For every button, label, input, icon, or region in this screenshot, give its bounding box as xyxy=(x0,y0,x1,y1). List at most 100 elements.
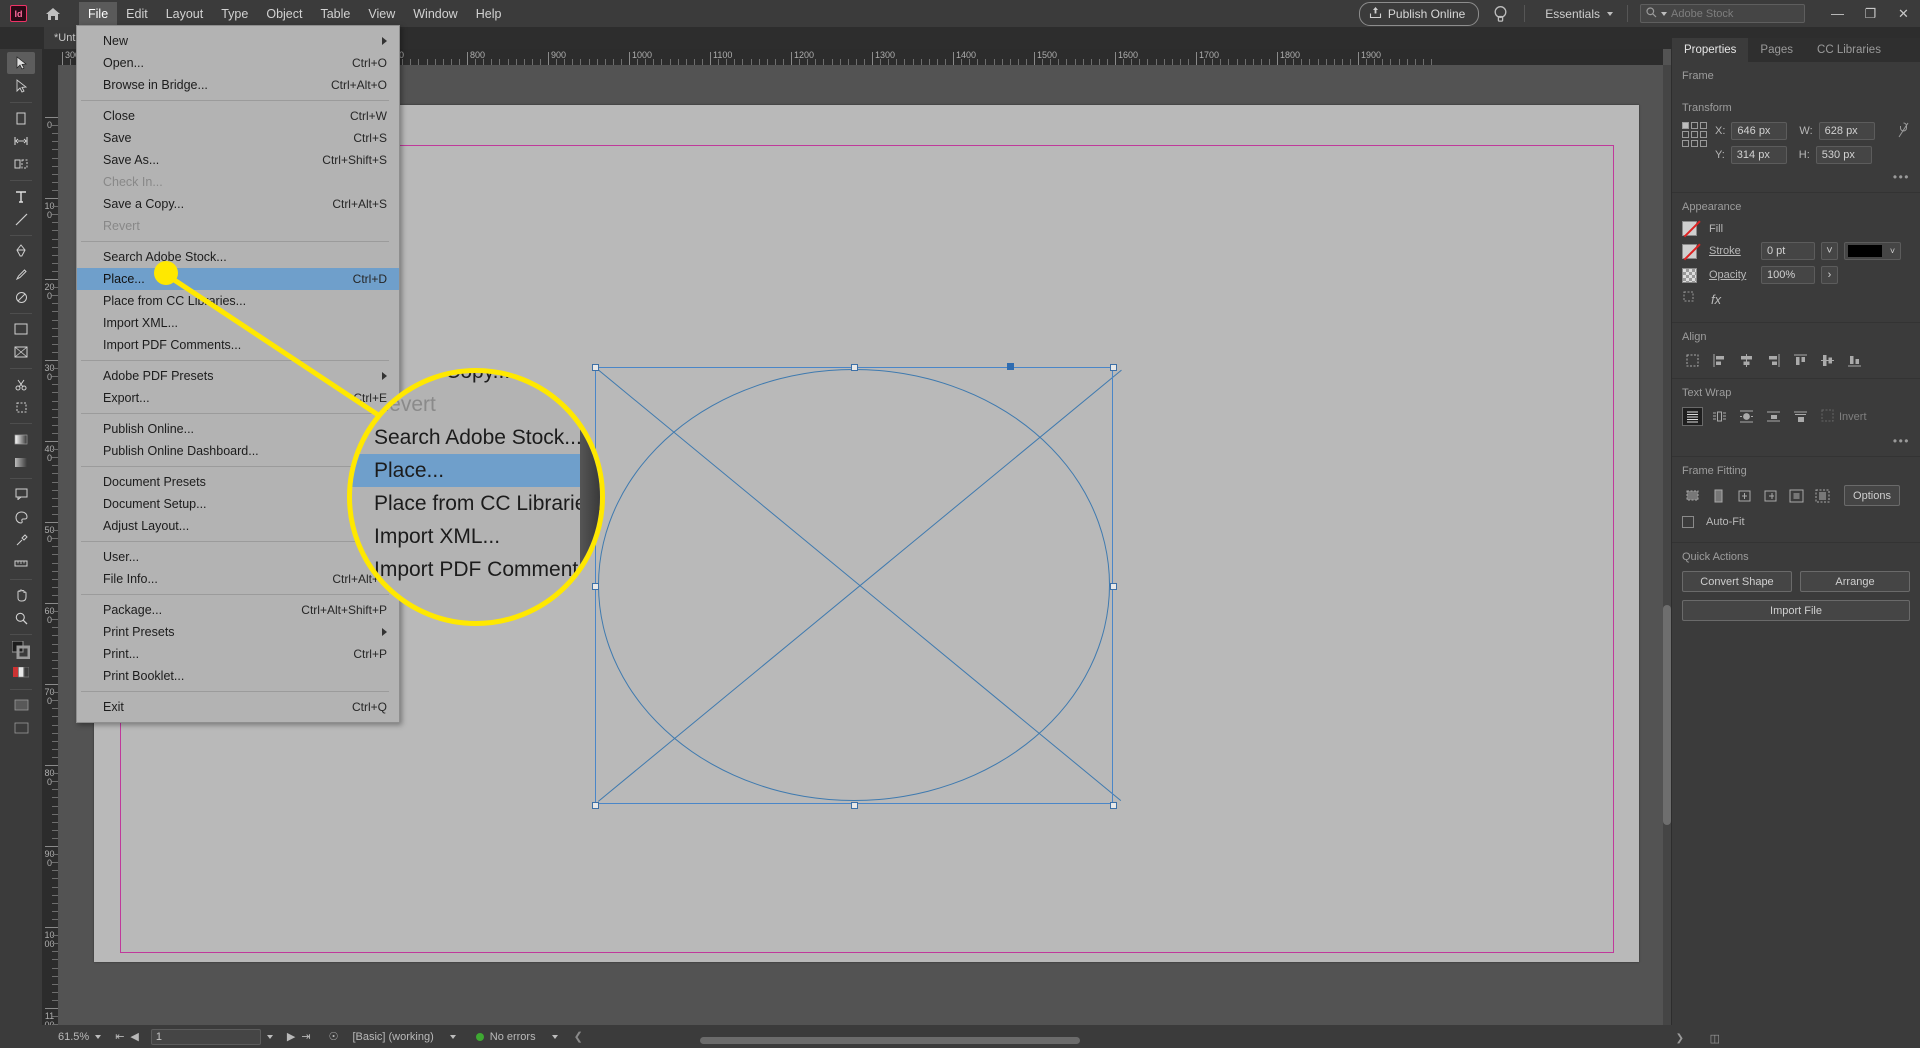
master-chevron-down-icon[interactable] xyxy=(449,1034,456,1039)
menu-window[interactable]: Window xyxy=(404,2,466,26)
gradient-swatch-tool[interactable] xyxy=(7,428,35,450)
menu-edit[interactable]: Edit xyxy=(117,2,157,26)
horizontal-scrollbar[interactable] xyxy=(700,1037,1080,1044)
free-transform-tool[interactable] xyxy=(7,396,35,418)
master-page-icon[interactable]: ☉ xyxy=(329,1030,339,1043)
pencil-tool[interactable] xyxy=(7,263,35,285)
publish-online-button[interactable]: Publish Online xyxy=(1358,1,1480,26)
file-menu-item-adobe-pdf-presets[interactable]: Adobe PDF Presets xyxy=(77,365,399,387)
line-tool[interactable] xyxy=(7,208,35,230)
master-page-label[interactable]: [Basic] (working) xyxy=(352,1031,433,1043)
fill-frame-proportionally-icon[interactable] xyxy=(1708,486,1729,505)
stroke-weight-dropdown[interactable]: ˅ xyxy=(1821,242,1838,260)
file-menu-item-print-booklet[interactable]: Print Booklet... xyxy=(77,665,399,687)
reference-point-selector[interactable] xyxy=(1682,122,1707,147)
no-color-stroke-icon[interactable] xyxy=(1682,243,1697,259)
error-chevron-down-icon[interactable] xyxy=(551,1034,558,1039)
align-horizontal-center-icon[interactable] xyxy=(1736,351,1757,370)
vertical-ruler[interactable]: 0 100 200 300 400 500 600 700 800 900 1000 1100 xyxy=(42,65,58,1025)
handle-bottom-center[interactable] xyxy=(851,802,858,809)
h-field[interactable]: 530 px xyxy=(1815,146,1872,164)
zoom-chevron-down-icon[interactable] xyxy=(95,1034,102,1039)
next-page-icon[interactable]: ▶ xyxy=(287,1030,295,1043)
align-bottom-icon[interactable] xyxy=(1844,351,1865,370)
w-field[interactable]: 628 px xyxy=(1818,122,1875,140)
magnified-item-search-adobe-stock[interactable]: Search Adobe Stock... xyxy=(352,421,600,454)
y-field[interactable]: 314 px xyxy=(1730,146,1787,164)
rectangle-tool[interactable] xyxy=(7,341,35,363)
file-menu-item-place-from-cc-libraries[interactable]: Place from CC Libraries... xyxy=(77,290,399,312)
vertical-scrollbar[interactable] xyxy=(1663,65,1671,1025)
handle-top-right[interactable] xyxy=(1110,364,1117,371)
gradient-feather-tool[interactable] xyxy=(7,451,35,473)
pen-tool[interactable] xyxy=(7,240,35,262)
wrap-object-shape-icon[interactable] xyxy=(1736,407,1757,426)
file-menu-item-file-info[interactable]: File Info... Ctrl+Alt+S xyxy=(77,568,399,590)
selection-frame[interactable] xyxy=(592,363,1117,809)
stroke-label[interactable]: Stroke xyxy=(1709,245,1755,257)
scissors-tool[interactable] xyxy=(7,373,35,395)
no-color-swatch-icon[interactable] xyxy=(1682,221,1697,236)
direct-selection-tool[interactable] xyxy=(7,75,35,97)
opacity-field[interactable]: 100% xyxy=(1761,266,1815,284)
home-icon[interactable] xyxy=(41,7,65,21)
text-wrap-more-options-icon[interactable]: ••• xyxy=(1682,434,1910,448)
file-menu-item-user[interactable]: User... xyxy=(77,546,399,568)
fit-frame-to-content-icon[interactable] xyxy=(1760,486,1781,505)
measure-tool[interactable] xyxy=(7,552,35,574)
file-menu-item-save-as[interactable]: Save As... Ctrl+Shift+S xyxy=(77,149,399,171)
minimize-icon[interactable]: — xyxy=(1821,0,1854,27)
wrap-jump-object-icon[interactable] xyxy=(1763,407,1784,426)
tab-properties[interactable]: Properties xyxy=(1672,38,1749,62)
handle-top-center[interactable] xyxy=(851,364,858,371)
wrap-none-icon[interactable] xyxy=(1682,407,1703,426)
stroke-color-swatch[interactable] xyxy=(1848,245,1882,257)
menu-file[interactable]: File xyxy=(79,1,118,26)
align-left-icon[interactable] xyxy=(1709,351,1730,370)
file-menu-item-save-a-copy[interactable]: Save a Copy... Ctrl+Alt+S xyxy=(77,193,399,215)
file-menu-item-new[interactable]: New xyxy=(77,30,399,52)
file-menu-item-package[interactable]: Package... Ctrl+Alt+Shift+P xyxy=(77,599,399,621)
menu-object[interactable]: Object xyxy=(257,2,311,26)
selection-tool[interactable] xyxy=(7,52,35,74)
file-menu-item-print[interactable]: Print... Ctrl+P xyxy=(77,643,399,665)
content-collector-tool[interactable] xyxy=(7,153,35,175)
file-menu-item-place[interactable]: Place... Ctrl+D xyxy=(77,268,399,290)
menu-help[interactable]: Help xyxy=(467,2,511,26)
color-theme-tool[interactable] xyxy=(7,506,35,528)
handle-top-left[interactable] xyxy=(592,364,599,371)
file-menu-item-browse-in-bridge[interactable]: Browse in Bridge... Ctrl+Alt+O xyxy=(77,74,399,96)
opacity-flyout[interactable]: › xyxy=(1821,266,1838,284)
transform-more-options-icon[interactable]: ••• xyxy=(1682,170,1910,184)
stroke-weight-field[interactable]: 0 pt xyxy=(1761,242,1815,260)
convert-shape-button[interactable]: Convert Shape xyxy=(1682,571,1792,592)
scroll-right-arrow[interactable]: ❯ xyxy=(1676,1033,1684,1044)
previous-page-icon[interactable]: ◀ xyxy=(130,1030,138,1043)
magnified-item-place-from-cc-libraries[interactable]: Place from CC Libraries... xyxy=(352,487,600,520)
x-field[interactable]: 646 px xyxy=(1731,122,1788,140)
align-to-selection-icon[interactable] xyxy=(1682,351,1703,370)
page-number-field[interactable]: 1 xyxy=(150,1028,261,1045)
apply-color-icon[interactable] xyxy=(7,662,35,684)
last-page-icon[interactable]: ⇥ xyxy=(301,1030,310,1043)
handle-top-active[interactable] xyxy=(1007,363,1014,370)
normal-view-mode-icon[interactable] xyxy=(7,694,35,716)
gap-tool[interactable] xyxy=(7,130,35,152)
tab-pages[interactable]: Pages xyxy=(1748,38,1805,62)
page-tool[interactable] xyxy=(7,107,35,129)
menu-layout[interactable]: Layout xyxy=(157,2,213,26)
workspace-switcher[interactable]: Essentials xyxy=(1535,7,1623,21)
file-menu-item-publish-online-dashboard[interactable]: Publish Online Dashboard... xyxy=(77,440,399,462)
opacity-label[interactable]: Opacity xyxy=(1709,269,1755,281)
lightbulb-icon[interactable] xyxy=(1493,5,1508,23)
hand-tool[interactable] xyxy=(7,584,35,606)
file-menu-item-exit[interactable]: Exit Ctrl+Q xyxy=(77,696,399,718)
page-view-mode-icon[interactable]: ◫ xyxy=(1710,1032,1720,1045)
file-menu-item-close[interactable]: Close Ctrl+W xyxy=(77,105,399,127)
restore-icon[interactable]: ❐ xyxy=(1854,0,1887,27)
file-menu-item-open[interactable]: Open... Ctrl+O xyxy=(77,52,399,74)
center-content-icon[interactable] xyxy=(1786,486,1807,505)
content-aware-fit-icon[interactable] xyxy=(1812,486,1833,505)
fit-content-to-frame-icon[interactable] xyxy=(1734,486,1755,505)
stroke-color-dropdown[interactable]: ˅ xyxy=(1885,246,1900,256)
